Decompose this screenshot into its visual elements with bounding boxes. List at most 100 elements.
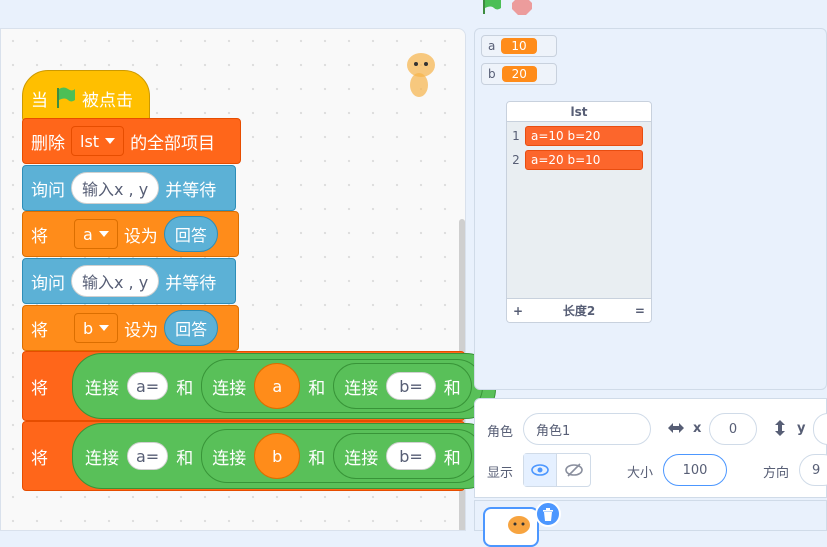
monitor-value: 20: [501, 66, 537, 82]
sprite-thumbnail[interactable]: [483, 507, 539, 547]
variable-monitor-b: b 20: [481, 63, 557, 85]
block-text: 设为: [123, 226, 158, 247]
block-text: 连接: [85, 378, 119, 399]
block-text: 删除: [31, 133, 65, 154]
list-dropdown[interactable]: lst: [71, 126, 125, 156]
string-input[interactable]: b=: [386, 442, 436, 470]
eye-off-icon: [564, 463, 583, 477]
list-item: 2 a=20 b=10: [507, 149, 651, 171]
direction-label: 方向: [763, 466, 790, 481]
chevron-down-icon: [99, 325, 110, 331]
stage[interactable]: a 10 b 20 lst 1 a=10 b=20 2 a=20 b=10 + …: [474, 28, 827, 390]
when-flag-clicked-block[interactable]: 当 被点击: [22, 70, 150, 122]
join-operator[interactable]: 连接 a= 和 连接 b 和 连接 b= 和: [72, 423, 496, 489]
size-input[interactable]: 100: [663, 454, 727, 486]
x-input[interactable]: 0: [709, 413, 757, 445]
sprite-label: 角色: [487, 425, 514, 440]
block-text: 连接: [344, 378, 379, 399]
list-monitor-footer: + 长度2 =: [507, 298, 651, 322]
visibility-toggle: [523, 453, 591, 487]
block-text: 当: [31, 90, 48, 111]
join-operator[interactable]: 连接 a 和 连接 b= 和: [201, 359, 483, 413]
monitor-value: 10: [501, 38, 537, 54]
block-text: 将: [31, 448, 48, 469]
block-text: 连接: [85, 448, 119, 469]
green-flag-button[interactable]: [480, 0, 502, 20]
string-input[interactable]: b=: [386, 372, 436, 400]
add-to-list-block[interactable]: 将 连接 a= 和 连接 a 和 连接 b= 和: [22, 351, 496, 421]
monitor-label: a: [488, 39, 496, 53]
delete-all-of-list-block[interactable]: 删除 lst 的全部项目: [22, 118, 241, 164]
list-item-value[interactable]: a=20 b=10: [525, 150, 643, 170]
green-flag-icon: [483, 0, 501, 14]
trash-icon: [543, 507, 553, 521]
hide-button[interactable]: [557, 454, 590, 486]
dropdown-value: lst: [80, 131, 100, 151]
chevron-down-icon: [105, 138, 116, 144]
monitor-label: b: [488, 67, 496, 81]
y-input[interactable]: [813, 413, 827, 445]
vertical-arrows-icon: [775, 420, 785, 436]
set-variable-block[interactable]: 将 a 设为 回答: [22, 211, 239, 257]
add-item-button[interactable]: +: [513, 304, 523, 318]
block-text: 连接: [212, 448, 247, 469]
ask-and-wait-block[interactable]: 询问 输入x , y 并等待: [22, 258, 236, 304]
x-label: x: [693, 421, 702, 436]
block-text: 并等待: [165, 273, 217, 294]
question-input[interactable]: 输入x , y: [71, 265, 160, 297]
block-text: 将: [31, 226, 48, 247]
variable-reporter[interactable]: a: [254, 363, 301, 409]
variable-reporter[interactable]: b: [254, 433, 301, 479]
list-length-label: 长度2: [562, 304, 596, 318]
list-item-value[interactable]: a=10 b=20: [525, 126, 643, 146]
string-input[interactable]: a=: [127, 442, 169, 470]
y-label: y: [797, 421, 806, 436]
variable-dropdown[interactable]: b: [74, 313, 119, 343]
cat-sprite-icon: [401, 47, 441, 103]
variable-monitor-a: a 10: [481, 35, 557, 57]
delete-sprite-button[interactable]: [535, 501, 561, 527]
eye-icon: [531, 464, 549, 476]
list-item-index: 2: [512, 153, 520, 167]
add-to-list-block[interactable]: 将 连接 a= 和 连接 b 和 连接 b= 和: [22, 421, 496, 491]
block-text: 询问: [31, 273, 65, 294]
block-text: 和: [308, 378, 326, 399]
ask-and-wait-block[interactable]: 询问 输入x , y 并等待: [22, 165, 236, 211]
string-input[interactable]: a=: [127, 372, 169, 400]
block-text: 将: [31, 378, 48, 399]
direction-input[interactable]: 9: [799, 454, 827, 486]
block-text: 和: [176, 448, 194, 469]
block-text: 并等待: [165, 180, 217, 201]
sprite-info-panel: 角色 角色1 x 0 y 显示 大小 100 方向 9: [474, 398, 827, 498]
join-operator[interactable]: 连接 b= 和: [333, 363, 472, 409]
join-operator[interactable]: 连接 b= 和: [333, 433, 472, 479]
block-text: 和: [176, 378, 194, 399]
block-text: 连接: [212, 378, 247, 399]
join-operator[interactable]: 连接 a= 和 连接 a 和 连接 b= 和: [72, 353, 496, 419]
sprite-name-input[interactable]: 角色1: [523, 413, 651, 445]
block-text: 询问: [31, 180, 65, 201]
block-text: 被点击: [82, 90, 133, 111]
list-monitor: lst 1 a=10 b=20 2 a=20 b=10 + 长度2 =: [506, 101, 652, 323]
answer-reporter[interactable]: 回答: [163, 216, 218, 252]
size-label: 大小: [627, 466, 654, 481]
block-text: 的全部项目: [130, 133, 216, 154]
join-operator[interactable]: 连接 b 和 连接 b= 和: [201, 429, 483, 483]
block-text: 将: [31, 320, 48, 341]
sprite-list: [474, 500, 827, 547]
block-text: 设为: [124, 320, 159, 341]
resize-handle[interactable]: =: [635, 304, 645, 318]
set-variable-block[interactable]: 将 b 设为 回答: [22, 305, 239, 351]
dropdown-value: a: [83, 224, 93, 244]
block-text: 和: [443, 378, 461, 399]
stop-button[interactable]: [512, 0, 532, 19]
answer-reporter[interactable]: 回答: [164, 310, 219, 346]
block-text: 和: [443, 448, 461, 469]
block-text: 和: [308, 448, 326, 469]
green-flag-icon: [57, 87, 75, 108]
question-input[interactable]: 输入x , y: [71, 172, 160, 204]
show-button[interactable]: [524, 454, 558, 486]
horizontal-arrows-icon: [668, 423, 684, 433]
variable-dropdown[interactable]: a: [74, 219, 118, 249]
chevron-down-icon: [98, 231, 109, 237]
